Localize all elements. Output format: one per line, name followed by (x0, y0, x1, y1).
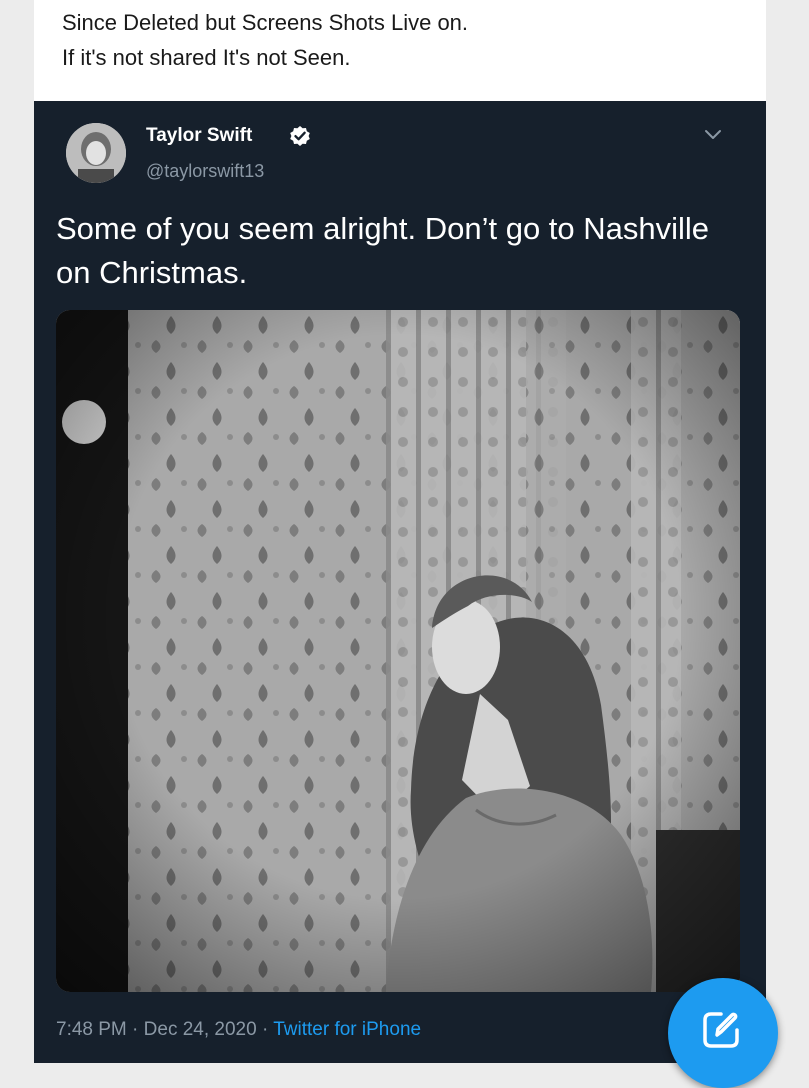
avatar[interactable] (66, 123, 126, 183)
tweet-photo[interactable] (56, 310, 740, 992)
caption-line-2: If it's not shared It's not Seen. (62, 45, 351, 70)
compose-tweet-icon (703, 1012, 739, 1048)
caption-card: Since Deleted but Screens Shots Live on.… (34, 0, 766, 101)
tweet-source[interactable]: Twitter for iPhone (273, 1019, 421, 1040)
portrait-photo (56, 310, 740, 992)
handle[interactable]: @taylorswift13 (146, 161, 264, 182)
tweet-text: Some of you seem alright. Don’t go to Na… (56, 211, 710, 290)
tweet-meta: 7:48 PM · Dec 24, 2020 · Twitter for iPh… (56, 1019, 421, 1041)
compose-tweet-button[interactable] (668, 978, 778, 1088)
tweet-card: Taylor Swift @taylorswift13 Some of you … (34, 101, 766, 1063)
meta-separator-1: · (126, 1019, 144, 1040)
meta-separator-2: · (256, 1019, 274, 1040)
tweet-date[interactable]: Dec 24, 2020 (144, 1019, 257, 1040)
display-name[interactable]: Taylor Swift (146, 125, 252, 147)
caption-line-1: Since Deleted but Screens Shots Live on. (62, 10, 469, 35)
verified-badge-icon (290, 126, 310, 146)
chevron-down-icon[interactable] (702, 123, 724, 145)
tweet-time[interactable]: 7:48 PM (56, 1019, 127, 1040)
avatar-image (66, 123, 126, 183)
